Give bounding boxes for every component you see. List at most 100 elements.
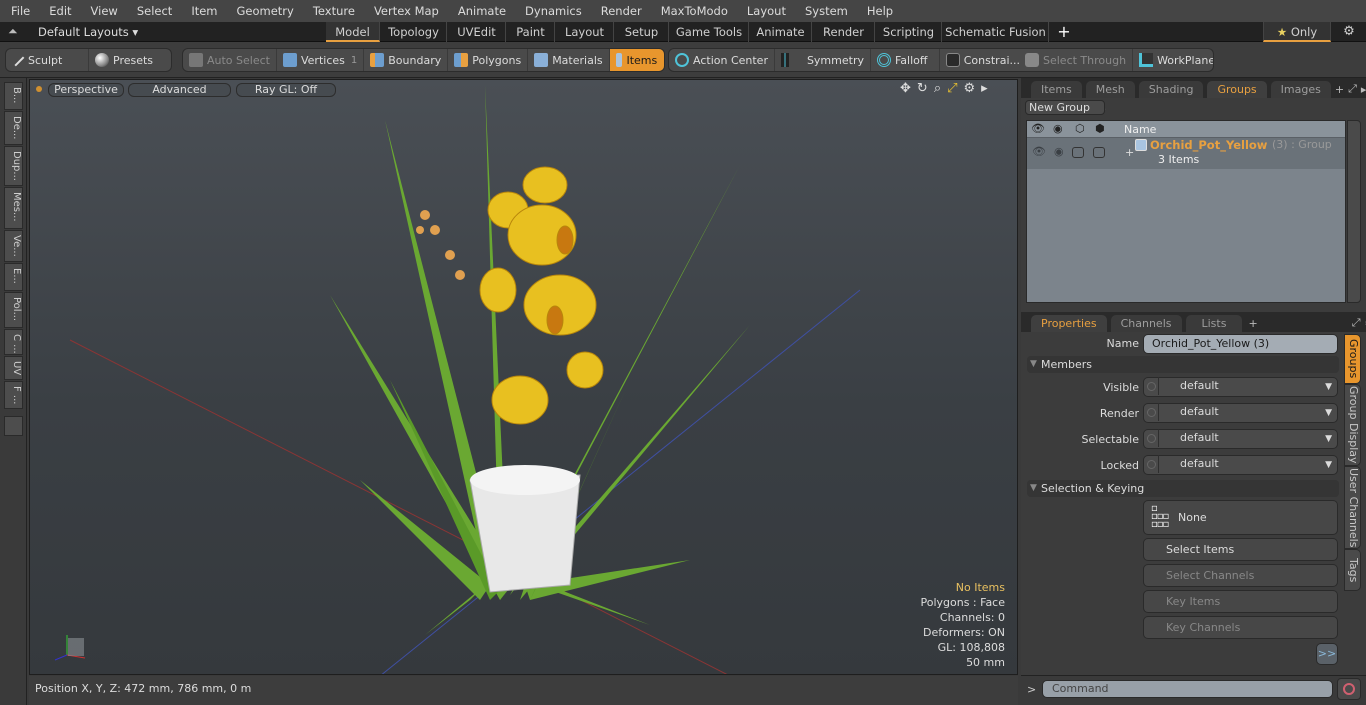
tab-topology[interactable]: Topology xyxy=(381,22,447,42)
left-tab-polygon[interactable]: Pol... xyxy=(4,292,23,328)
tab-groups[interactable]: Groups xyxy=(1207,81,1267,98)
layouts-dropdown[interactable]: Default Layouts ▾ xyxy=(38,22,138,42)
tab-animate[interactable]: Animate xyxy=(750,22,812,42)
visible-chevron-icon: ▼ xyxy=(1325,382,1332,392)
action-center-button[interactable]: Action Center xyxy=(669,49,775,71)
tab-properties[interactable]: Properties xyxy=(1031,315,1107,332)
side-tab-group-display[interactable]: Group Display xyxy=(1344,384,1361,466)
side-tab-groups[interactable]: Groups xyxy=(1344,334,1361,384)
select-items-button[interactable]: Select Items xyxy=(1143,538,1338,561)
symmetry-button[interactable]: Symmetry xyxy=(775,49,871,71)
boundary-button[interactable]: Boundary xyxy=(364,49,449,71)
add-tab-button[interactable]: + xyxy=(1052,22,1076,42)
menu-layout[interactable]: Layout xyxy=(736,0,794,22)
render-dropdown[interactable]: default ▼ xyxy=(1143,403,1338,423)
more-button[interactable]: >> xyxy=(1316,643,1338,665)
new-group-button[interactable]: New Group xyxy=(1025,100,1105,115)
tab-paint[interactable]: Paint xyxy=(507,22,555,42)
tab-setup[interactable]: Setup xyxy=(615,22,669,42)
only-toggle[interactable]: ★ Only xyxy=(1263,22,1331,42)
row-eye-icon[interactable]: 👁 xyxy=(1032,145,1046,158)
polygons-button[interactable]: Polygons xyxy=(448,49,529,71)
menu-system[interactable]: System xyxy=(794,0,856,22)
tab-images[interactable]: Images xyxy=(1270,81,1331,98)
hierarchy-none-button[interactable]: ▫ ▫▫▫ ▫▫▫ None xyxy=(1143,500,1338,535)
constraints-button[interactable]: Constrai... xyxy=(940,49,1027,71)
selectable-value: default xyxy=(1158,429,1219,447)
presets-button[interactable]: Presets xyxy=(89,49,159,71)
left-tab-vertex[interactable]: Ve... xyxy=(4,230,23,262)
side-tab-tags[interactable]: Tags xyxy=(1344,549,1361,591)
tab-mesh[interactable]: Mesh ... xyxy=(1085,81,1135,113)
visible-dropdown[interactable]: default ▼ xyxy=(1143,377,1338,397)
tab-model[interactable]: Model xyxy=(326,22,380,42)
menu-file[interactable]: File xyxy=(0,0,38,22)
vertices-button[interactable]: Vertices 1 xyxy=(277,49,365,71)
materials-button[interactable]: Materials xyxy=(528,49,610,71)
left-tab-curve[interactable]: C ... xyxy=(4,329,23,355)
row-lock-toggle[interactable] xyxy=(1093,147,1105,158)
menu-help[interactable]: Help xyxy=(856,0,901,22)
tab-game-tools[interactable]: Game Tools xyxy=(670,22,749,42)
tab-items[interactable]: Items xyxy=(1031,81,1082,98)
menu-maxtomodo[interactable]: MaxToModo xyxy=(650,0,736,22)
key-items-button[interactable]: Key Items xyxy=(1143,590,1338,613)
panel-arrow-icon[interactable]: ▸ xyxy=(1361,83,1366,96)
left-tab-deform[interactable]: De... xyxy=(4,111,23,145)
maximize-props-icon[interactable]: ⤢ xyxy=(1352,316,1361,330)
select-through-button[interactable]: Select Through xyxy=(1019,49,1134,71)
add-tab-icon[interactable]: + xyxy=(1335,83,1344,96)
collapse-icon[interactable]: ⏶ xyxy=(8,24,18,39)
tab-shading[interactable]: Shading xyxy=(1138,81,1204,98)
maximize-panel-icon[interactable]: ⤢ xyxy=(1348,82,1357,96)
menu-item[interactable]: Item xyxy=(180,0,225,22)
menu-view[interactable]: View xyxy=(80,0,126,22)
menu-edit[interactable]: Edit xyxy=(38,0,79,22)
menu-dynamics[interactable]: Dynamics xyxy=(514,0,590,22)
tab-render[interactable]: Render xyxy=(813,22,875,42)
3d-viewport[interactable]: Perspective Advanced Ray GL: Off ✥↻⌕⤢⚙▸ … xyxy=(29,79,1018,675)
auto-select-button[interactable]: Auto Select xyxy=(183,49,277,71)
falloff-button[interactable]: Falloff xyxy=(871,49,940,71)
expand-plus-icon[interactable]: + xyxy=(1125,146,1134,159)
gear-icon[interactable]: ⚙ xyxy=(1338,22,1360,42)
key-channels-button[interactable]: Key Channels xyxy=(1143,616,1338,639)
left-tab-mesh[interactable]: Mes... xyxy=(4,187,23,229)
tab-lists[interactable]: Lists xyxy=(1185,315,1243,332)
left-tab-extra[interactable] xyxy=(4,416,23,436)
workplane-button[interactable]: WorkPlane xyxy=(1133,49,1213,71)
record-button[interactable] xyxy=(1337,678,1361,700)
add-props-tab-icon[interactable]: + xyxy=(1248,317,1257,330)
locked-dropdown[interactable]: default ▼ xyxy=(1143,455,1338,475)
menu-animate[interactable]: Animate xyxy=(447,0,514,22)
group-row[interactable]: 👁 ◉ + Orchid_Pot_Yellow (3) : Group 3 It… xyxy=(1027,138,1345,169)
menu-geometry[interactable]: Geometry xyxy=(226,0,302,22)
groups-table: 👁 ◉ ⬡ ⬢ Name 👁 ◉ + Orchid_Pot_Yellow (3)… xyxy=(1026,120,1346,303)
groups-scrollbar[interactable] xyxy=(1347,120,1361,303)
menu-render[interactable]: Render xyxy=(590,0,650,22)
side-tab-user-channels[interactable]: User Channels xyxy=(1344,466,1361,549)
command-input[interactable]: Command xyxy=(1042,680,1333,698)
left-tab-fusion[interactable]: F ... xyxy=(4,381,23,409)
row-select-toggle[interactable] xyxy=(1072,147,1084,158)
left-tab-basic[interactable]: B... xyxy=(4,82,23,110)
left-tab-edge[interactable]: E... xyxy=(4,263,23,291)
tab-scripting[interactable]: Scripting xyxy=(876,22,942,42)
menu-texture[interactable]: Texture xyxy=(302,0,363,22)
row-camera-icon[interactable]: ◉ xyxy=(1054,145,1064,158)
members-section[interactable]: ▼ Members xyxy=(1027,356,1339,373)
tab-channels[interactable]: Channels xyxy=(1110,315,1182,332)
name-field[interactable]: Orchid_Pot_Yellow (3) xyxy=(1143,334,1338,354)
tab-layout[interactable]: Layout xyxy=(556,22,614,42)
items-button[interactable]: Items5 xyxy=(609,49,664,71)
menu-vertex-map[interactable]: Vertex Map xyxy=(363,0,447,22)
tab-schematic-fusion[interactable]: Schematic Fusion xyxy=(943,22,1049,42)
menu-select[interactable]: Select xyxy=(126,0,180,22)
tab-uvedit[interactable]: UVEdit xyxy=(448,22,506,42)
selection-keying-section[interactable]: ▼ Selection & Keying xyxy=(1027,480,1339,497)
selectable-dropdown[interactable]: default ▼ xyxy=(1143,429,1338,449)
select-channels-button[interactable]: Select Channels xyxy=(1143,564,1338,587)
left-tab-uv[interactable]: UV xyxy=(4,356,23,380)
left-tab-duplicate[interactable]: Dup... xyxy=(4,146,23,186)
sculpt-button[interactable]: Sculpt xyxy=(6,49,89,71)
